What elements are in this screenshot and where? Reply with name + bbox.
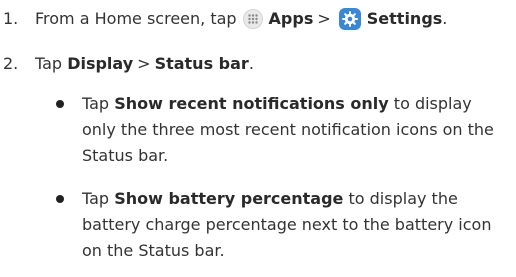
bullet-item-recent-notifications: Tap Show recent notifications only to di…: [56, 91, 506, 169]
separator: >: [137, 54, 151, 73]
step-number: 1.: [3, 9, 19, 28]
step-text: Tap: [35, 54, 63, 73]
step-end: .: [442, 9, 448, 28]
bullet-icon: [56, 100, 64, 108]
apps-grid-icon: [242, 9, 263, 29]
settings-label: Settings: [366, 9, 443, 28]
status-bar-label: Status bar: [154, 54, 249, 73]
apps-label: Apps: [268, 9, 314, 28]
option-name: Show recent notifications only: [114, 94, 389, 113]
step-1: 1. From a Home screen, tap Apps > Settin…: [0, 7, 447, 31]
bullet-icon: [56, 195, 64, 203]
gear-icon: [338, 8, 361, 30]
bullet-text: Tap Show battery percentage to display t…: [82, 186, 506, 264]
bullet-text: Tap Show recent notifications only to di…: [82, 91, 506, 169]
bullet-item-battery-percentage: Tap Show battery percentage to display t…: [56, 186, 506, 264]
step-2: 2. Tap Display > Status bar .: [0, 52, 254, 76]
option-name: Show battery percentage: [114, 189, 344, 208]
step-end: .: [248, 54, 254, 73]
bullet-lead: Tap: [82, 189, 110, 208]
step-text: From a Home screen, tap: [35, 9, 237, 28]
separator: >: [317, 9, 331, 28]
step-number: 2.: [3, 54, 19, 73]
display-label: Display: [67, 54, 134, 73]
bullet-lead: Tap: [82, 94, 110, 113]
